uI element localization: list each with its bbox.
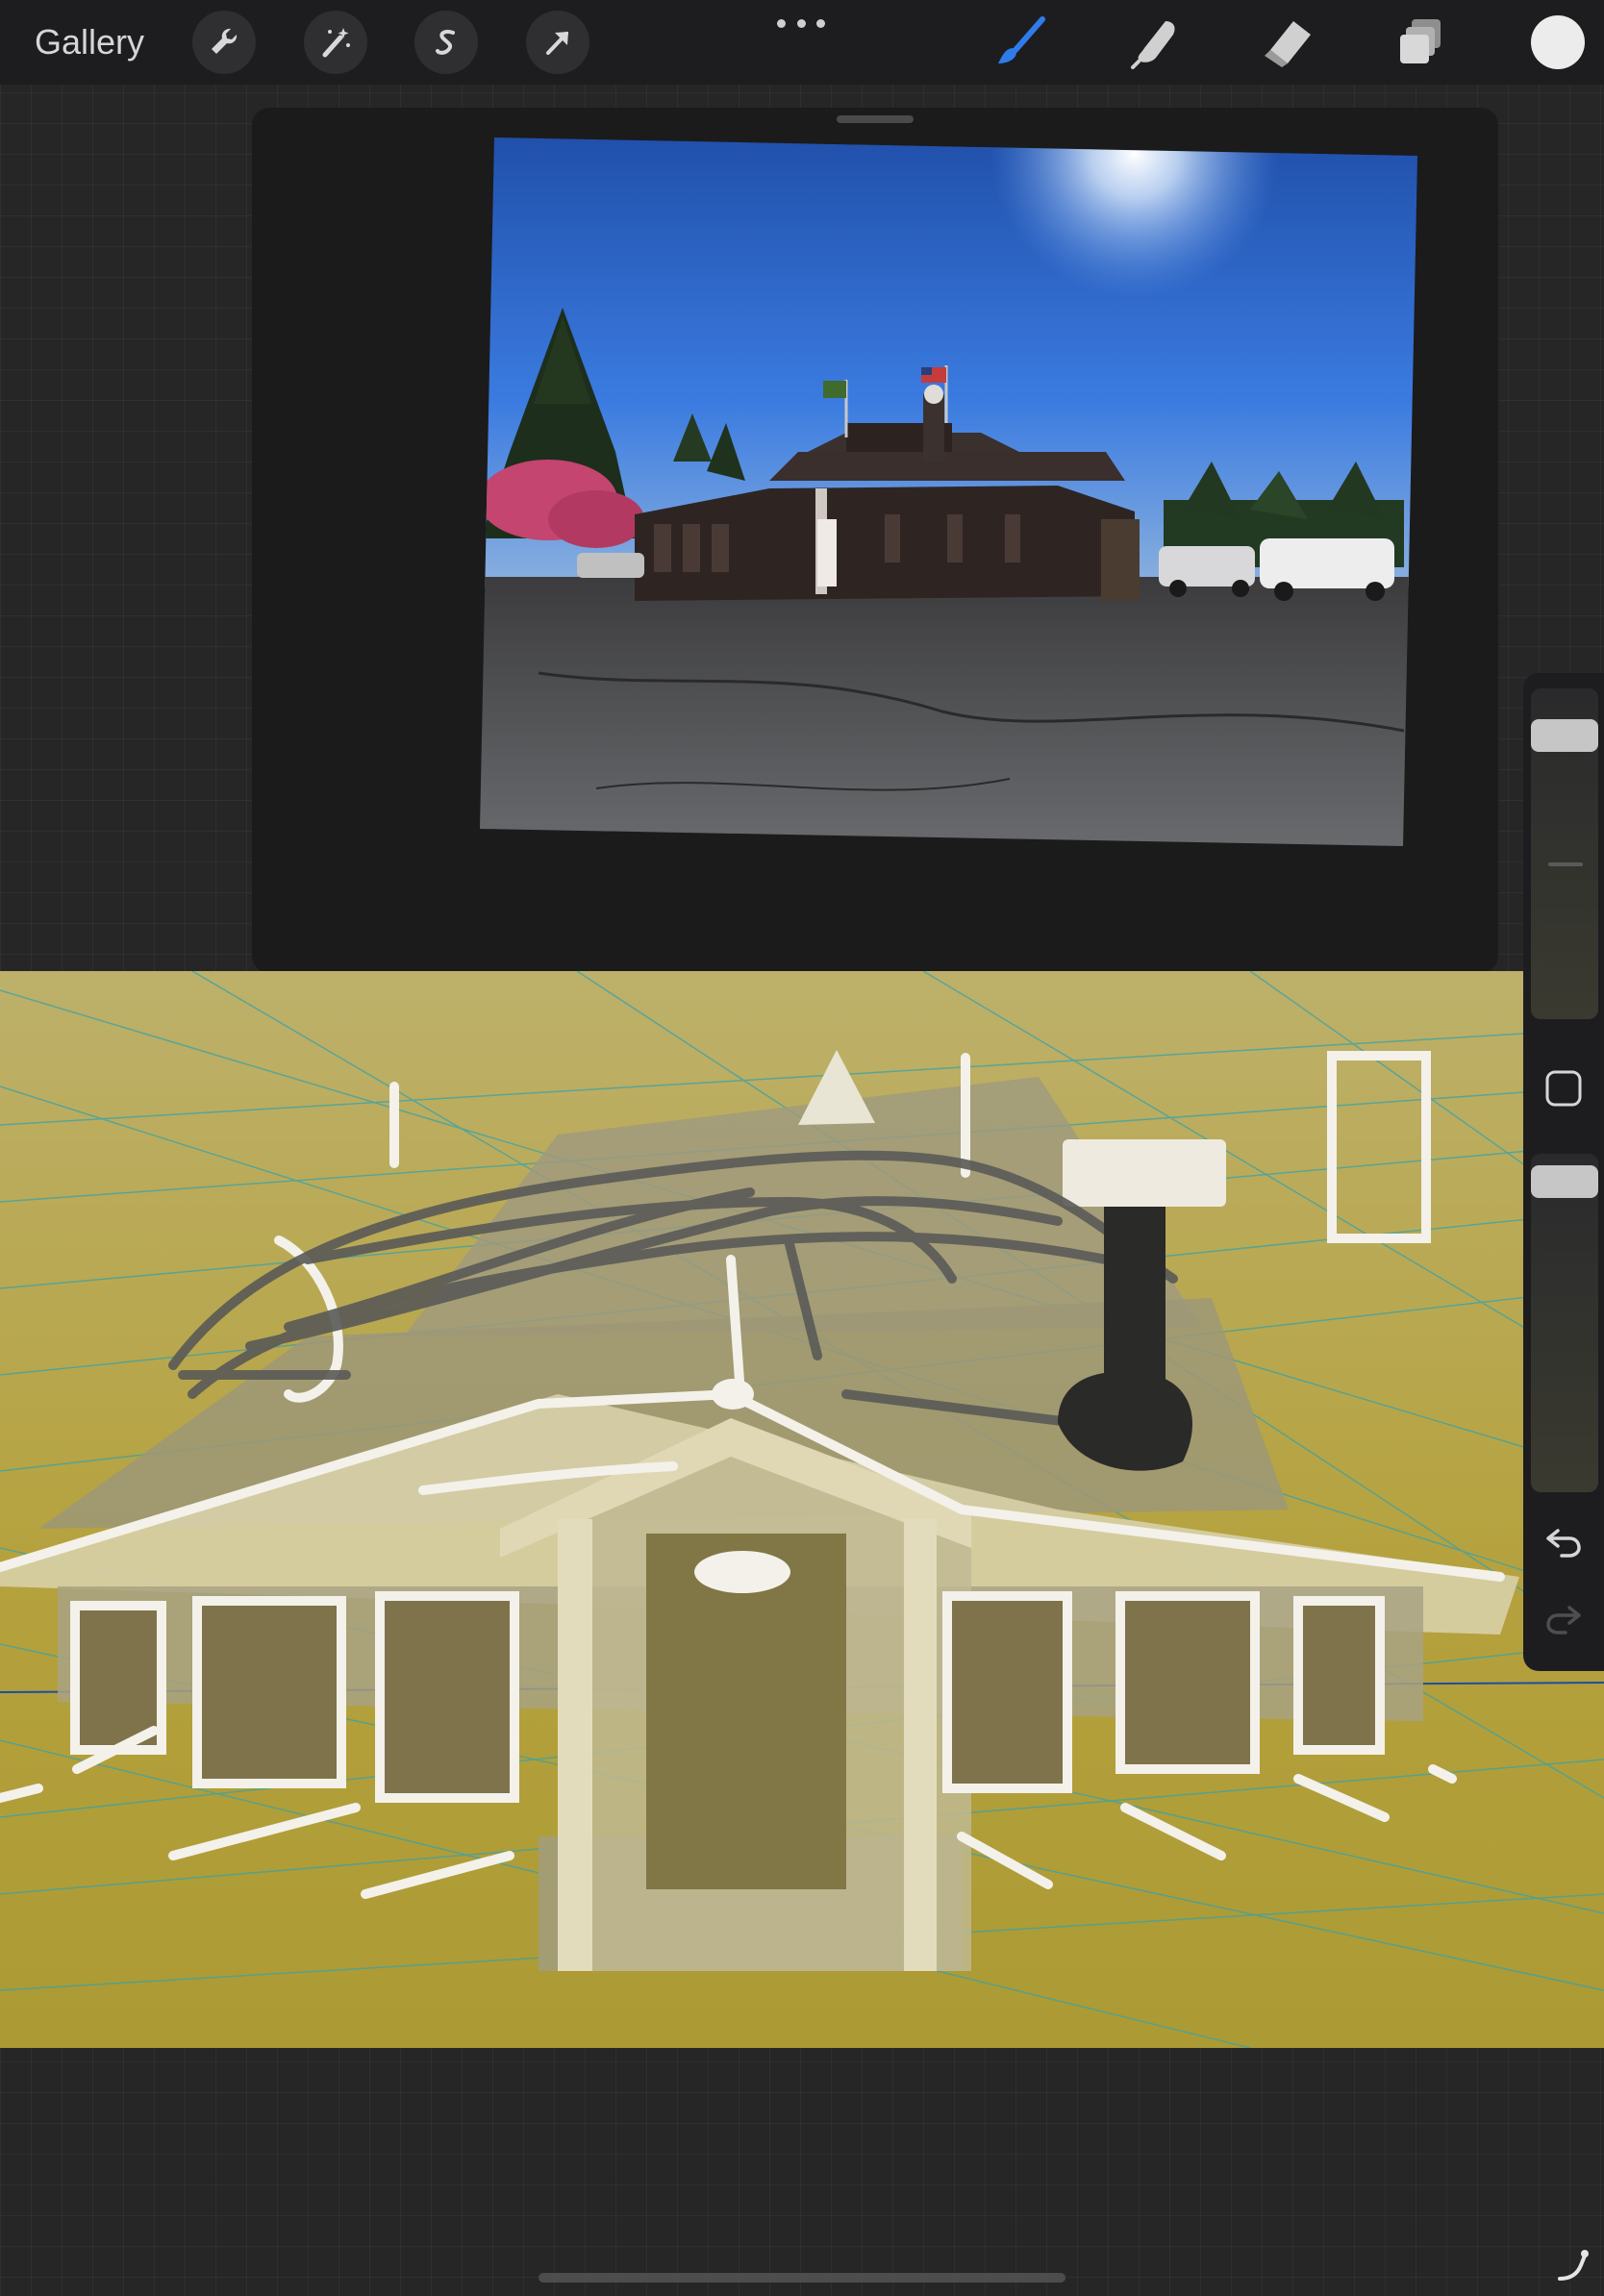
modify-button[interactable] <box>1542 1067 1585 1110</box>
quickshape-corner-icon[interactable] <box>1556 2246 1594 2284</box>
reference-photo <box>480 137 1417 846</box>
slider-divider <box>1548 862 1583 866</box>
opacity-thumb[interactable] <box>1531 1165 1598 1198</box>
opacity-slider[interactable] <box>1531 1154 1598 1492</box>
undo-icon <box>1546 1529 1581 1558</box>
undo-button[interactable] <box>1541 1519 1587 1565</box>
brush-size-thumb[interactable] <box>1531 719 1598 752</box>
redo-button[interactable] <box>1541 1596 1587 1642</box>
canvas-artwork[interactable] <box>0 971 1604 2048</box>
redo-icon <box>1546 1606 1581 1635</box>
home-indicator[interactable] <box>539 2273 1065 2283</box>
square-icon <box>1545 1070 1582 1107</box>
sidebar <box>1523 673 1604 1671</box>
